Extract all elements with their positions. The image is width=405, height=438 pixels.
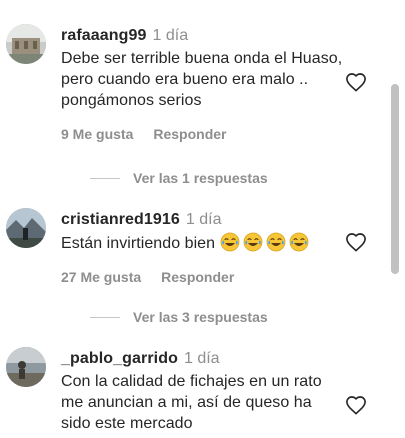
emoji-row — [220, 232, 312, 252]
view-replies-label[interactable]: Ver las 3 respuestas — [133, 309, 268, 325]
username[interactable]: rafaaang99 — [61, 27, 147, 44]
timestamp[interactable]: 1 día — [186, 211, 222, 228]
comment-text-row: Están invirtiendo bien — [61, 232, 351, 254]
avatar[interactable] — [6, 24, 46, 64]
like-heart-icon[interactable] — [345, 72, 367, 92]
view-replies-2[interactable]: Ver las 3 respuestas — [90, 307, 268, 327]
comment-text: Con la calidad de fichajes en un rato me… — [61, 373, 322, 432]
tears-of-joy-emoji-icon — [243, 232, 262, 252]
username[interactable]: _pablo_garrido — [61, 350, 178, 367]
reply-button[interactable]: Responder — [153, 126, 226, 142]
username[interactable]: cristianred1916 — [61, 211, 180, 228]
like-count[interactable]: 27 Me gusta — [61, 269, 141, 285]
view-replies-1[interactable]: Ver las 1 respuestas — [90, 168, 268, 188]
timestamp[interactable]: 1 día — [184, 350, 220, 367]
replies-divider — [90, 177, 120, 179]
view-replies-label[interactable]: Ver las 1 respuestas — [133, 170, 268, 186]
avatar[interactable] — [6, 208, 46, 248]
like-heart-icon[interactable] — [345, 232, 367, 252]
comment-text: Están invirtiendo bien — [61, 235, 216, 252]
reply-button[interactable]: Responder — [161, 269, 234, 285]
comment-text: Debe ser terrible buena onda el Huaso, p… — [61, 50, 343, 109]
avatar[interactable] — [6, 347, 46, 387]
tears-of-joy-emoji-icon — [220, 232, 239, 252]
like-count[interactable]: 9 Me gusta — [61, 126, 133, 142]
tears-of-joy-emoji-icon — [266, 232, 285, 252]
scrollbar-thumb[interactable] — [391, 84, 399, 274]
replies-divider — [90, 316, 120, 318]
like-heart-icon[interactable] — [345, 395, 367, 415]
timestamp[interactable]: 1 día — [153, 27, 189, 44]
tears-of-joy-emoji-icon — [289, 232, 308, 252]
